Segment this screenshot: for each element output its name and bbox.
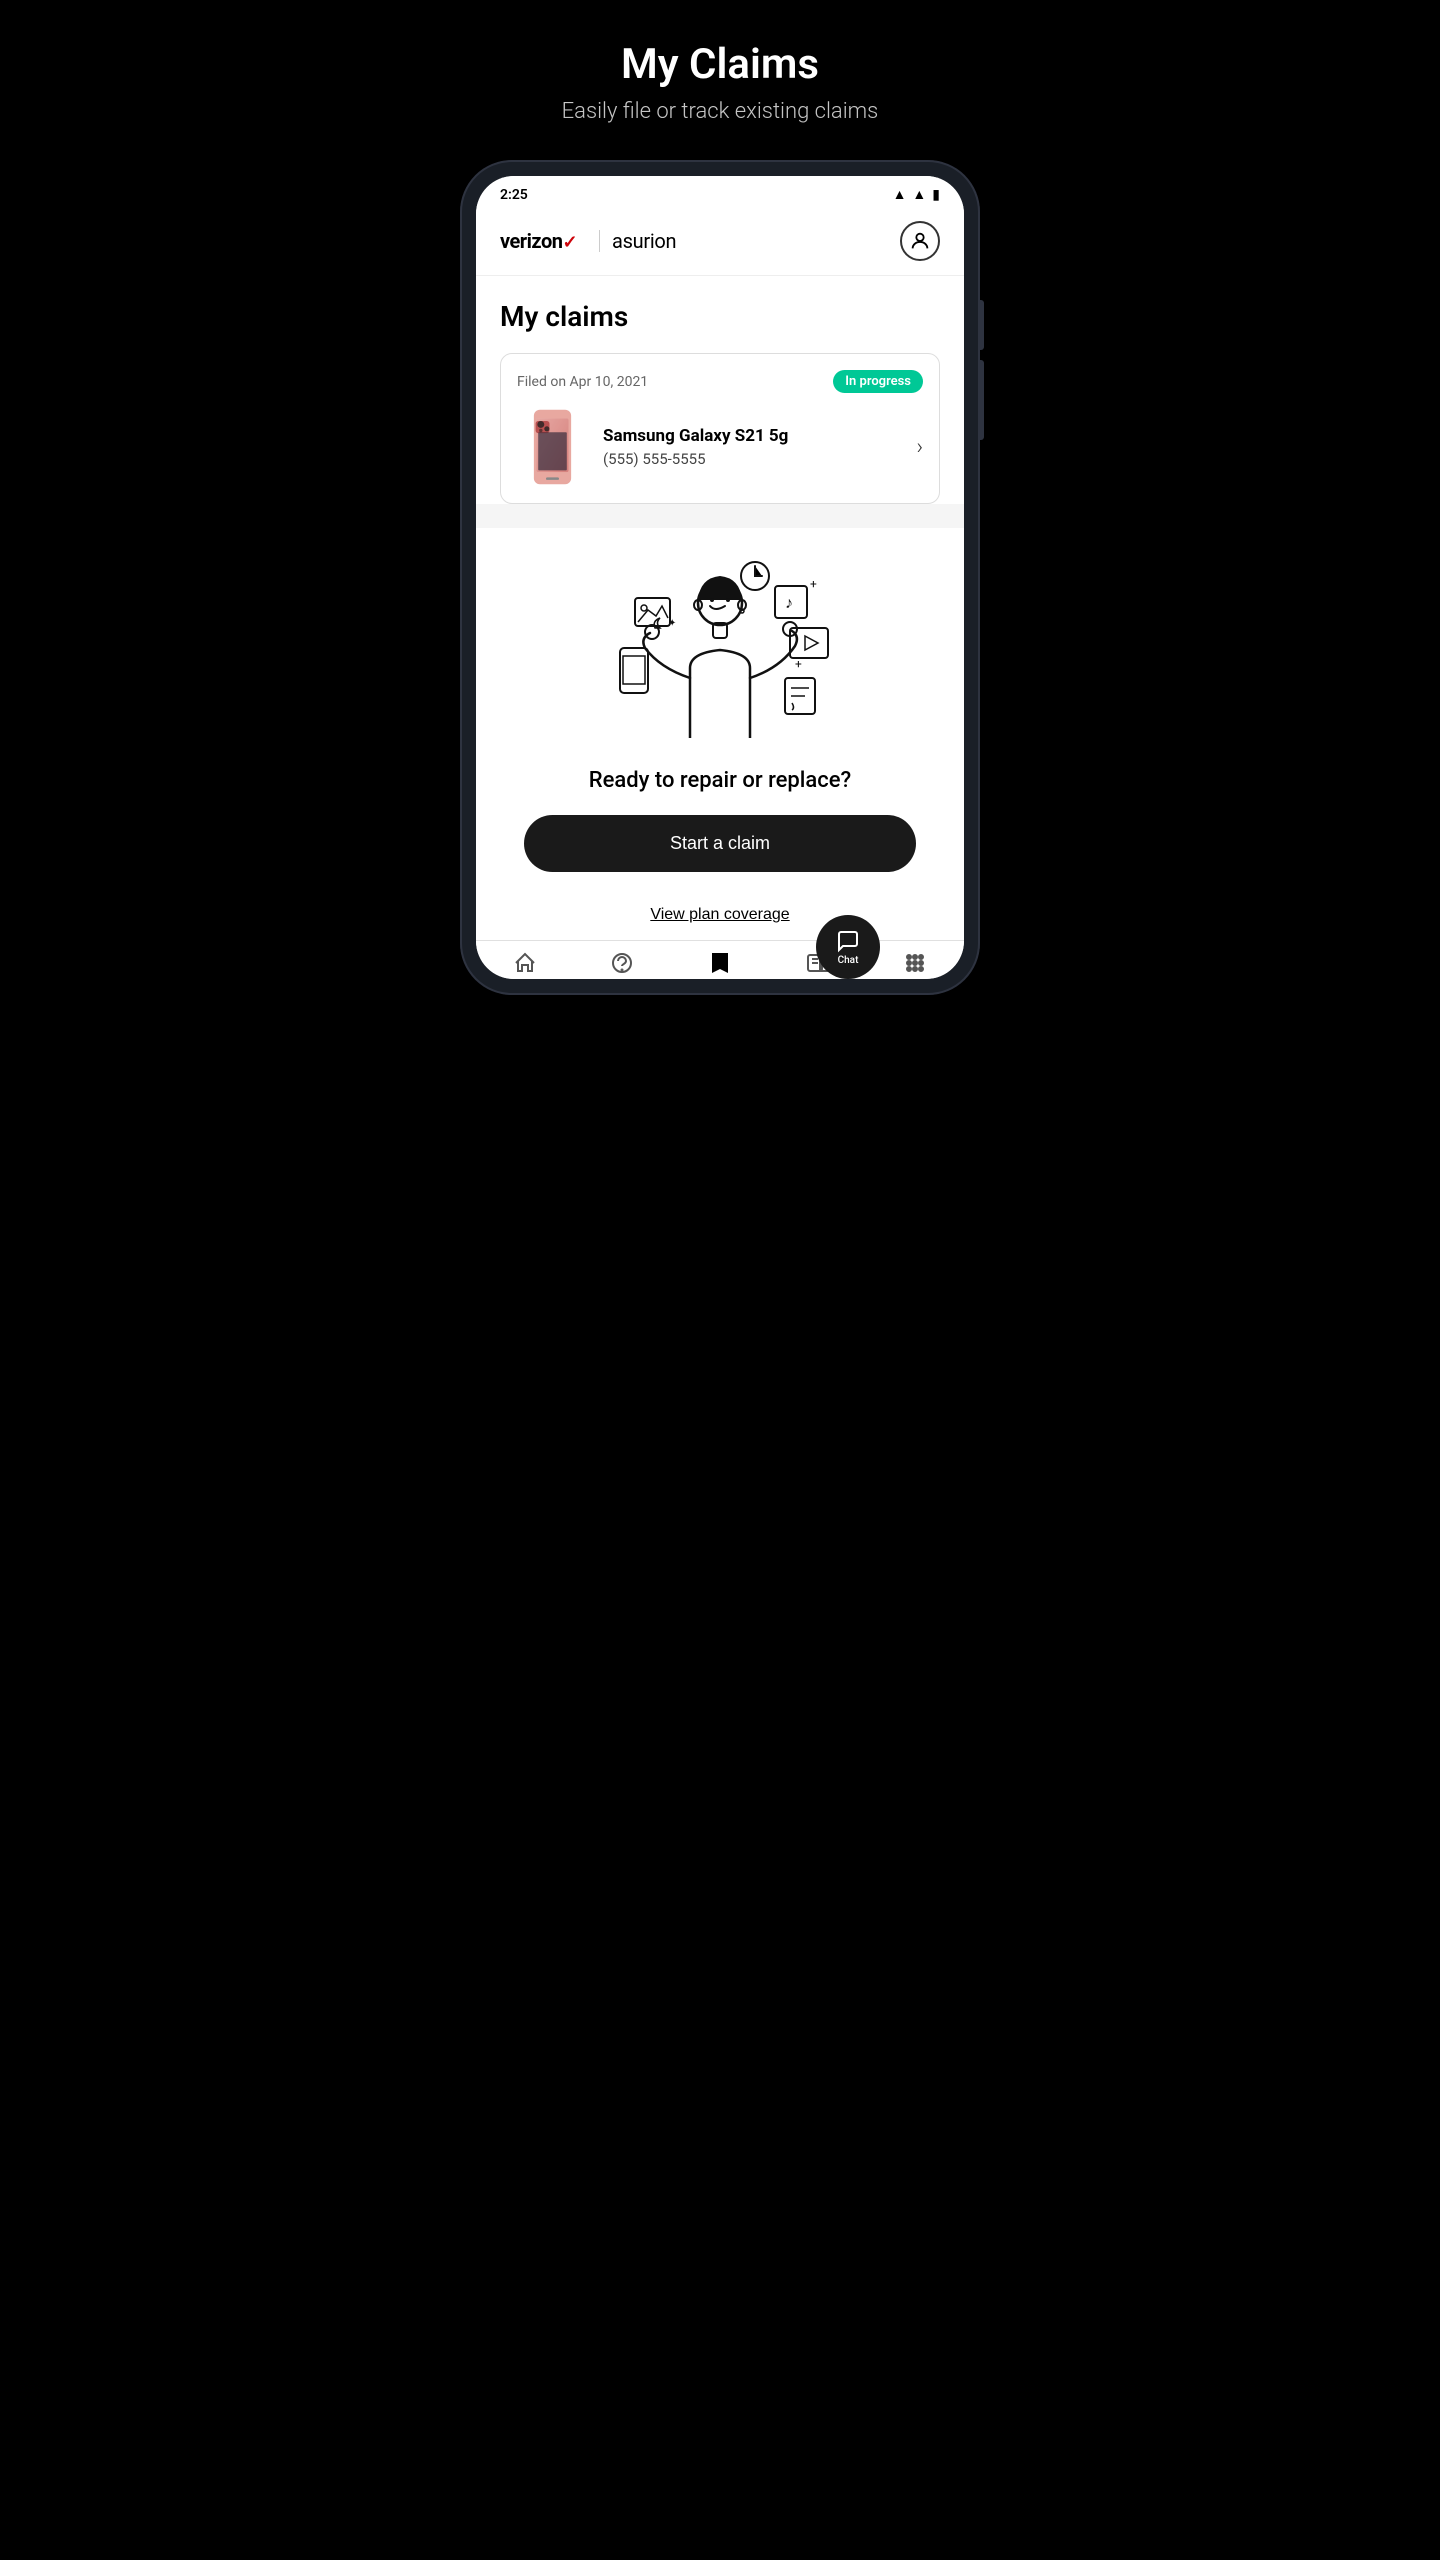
device-phone-number: (555) 555-5555 (603, 450, 900, 468)
page-subtitle: Easily file or track existing claims (562, 99, 879, 124)
logo-divider (599, 230, 600, 252)
status-time: 2:25 (500, 187, 528, 203)
svg-text:+: + (810, 577, 817, 591)
nav-item-support[interactable]: Support (592, 951, 652, 979)
services-icon (903, 951, 927, 979)
nav-item-claims[interactable]: Claims (690, 951, 750, 979)
view-coverage-container: View plan coverage (476, 888, 964, 940)
status-icons: ▲ ▲ ▮ (893, 186, 940, 203)
page-title: My Claims (562, 40, 879, 89)
verizon-logo: verizon✓ (500, 229, 587, 253)
chat-fab-icon (836, 929, 860, 953)
app-content: My claims Filed on Apr 10, 2021 In progr… (476, 276, 964, 504)
illustration-area: ✦ ♪ + + (476, 528, 964, 815)
asurion-logo: asurion (612, 229, 676, 253)
view-coverage-link[interactable]: View plan coverage (650, 906, 789, 924)
device-name: Samsung Galaxy S21 5g (603, 426, 900, 446)
phone-screen: 2:25 ▲ ▲ ▮ verizon✓ asurion (476, 176, 964, 979)
start-claim-button[interactable]: Start a claim (524, 815, 916, 872)
my-claims-heading: My claims (500, 300, 940, 333)
repair-prompt: Ready to repair or replace? (589, 768, 851, 793)
svg-text:♪: ♪ (785, 593, 793, 612)
svg-text:+: + (795, 657, 802, 671)
claim-card[interactable]: Filed on Apr 10, 2021 In progress (500, 353, 940, 504)
signal-icon: ▲ (893, 186, 907, 203)
profile-button[interactable] (900, 221, 940, 261)
logo-container: verizon✓ asurion (500, 229, 676, 253)
home-icon (513, 951, 537, 979)
device-info: Samsung Galaxy S21 5g (555) 555-5555 (603, 426, 900, 468)
page-header: My Claims Easily file or track existing … (562, 40, 879, 124)
chat-fab-label: Chat (838, 955, 859, 966)
status-badge: In progress (833, 370, 923, 393)
status-bar: 2:25 ▲ ▲ ▮ (476, 176, 964, 209)
device-image (517, 407, 587, 487)
wifi-icon: ▲ (912, 186, 926, 203)
device-svg (525, 408, 580, 486)
phone-shell: 2:25 ▲ ▲ ▮ verizon✓ asurion (460, 160, 980, 995)
start-claim-container: Start a claim (476, 815, 964, 888)
battery-icon: ▮ (932, 187, 940, 203)
profile-icon (909, 230, 931, 252)
nav-item-home[interactable]: Home (495, 951, 555, 979)
chat-fab[interactable]: Chat (816, 915, 880, 979)
app-header: verizon✓ asurion (476, 209, 964, 276)
claim-card-header: Filed on Apr 10, 2021 In progress (517, 370, 923, 393)
filed-date: Filed on Apr 10, 2021 (517, 374, 648, 390)
claim-card-body: Samsung Galaxy S21 5g (555) 555-5555 › (517, 407, 923, 487)
claim-arrow-icon: › (916, 435, 923, 460)
bottom-nav: Home Support Claims (476, 940, 964, 979)
illustration-svg: ✦ ♪ + + (590, 538, 850, 758)
claims-icon (708, 951, 732, 979)
support-icon (610, 951, 634, 979)
nav-item-services[interactable]: Services (885, 951, 945, 979)
